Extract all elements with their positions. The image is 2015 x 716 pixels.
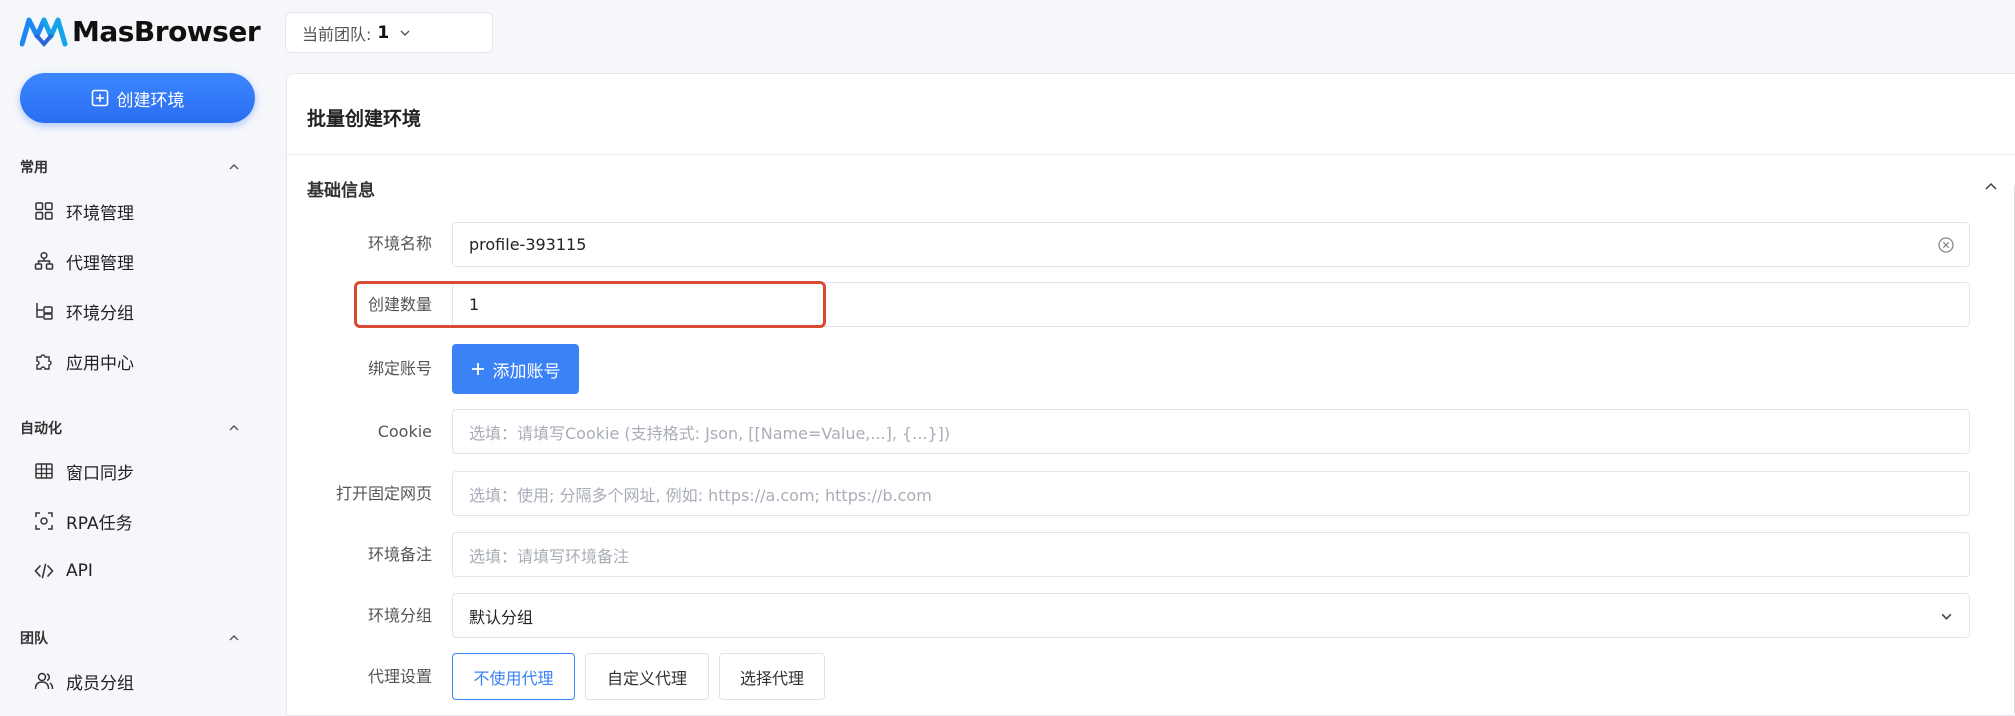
users-icon: [34, 672, 54, 690]
sidebar: MasBrowser 创建环境 常用 环境管理 代理管理 环境分组 应用中心 自…: [0, 0, 280, 716]
section-title: 常用: [20, 160, 48, 176]
section-common-header[interactable]: 常用: [20, 155, 240, 179]
sidebar-item-label: 成员分组: [66, 673, 134, 694]
fixed-urls-input[interactable]: 选填：使用; 分隔多个网址, 例如: https://a.com; https:…: [452, 471, 1970, 516]
environment-name-input[interactable]: profile-393115: [452, 222, 1970, 267]
team-label: 当前团队:: [302, 24, 372, 44]
name-label: 环境名称: [367, 234, 432, 253]
tree-icon: [36, 303, 53, 320]
table-grid-icon: [35, 463, 53, 479]
sidebar-item-label: 窗口同步: [66, 463, 134, 484]
divider: [287, 154, 2015, 155]
team-selector[interactable]: 当前团队: 1: [285, 12, 493, 53]
section-title: 自动化: [20, 421, 62, 437]
app-window: MasBrowser 创建环境 常用 环境管理 代理管理 环境分组 应用中心 自…: [0, 0, 2015, 716]
select-proxy-button[interactable]: 选择代理: [719, 653, 825, 700]
environment-note-input[interactable]: 选填：请填写环境备注: [452, 532, 1970, 577]
sidebar-item-api[interactable]: API: [20, 550, 238, 592]
sidebar-item-label: API: [66, 561, 93, 581]
puzzle-icon: [36, 354, 52, 370]
sidebar-item-label: 环境分组: [66, 303, 134, 324]
environment-group-select[interactable]: 默认分组: [452, 593, 1970, 638]
code-icon: [34, 563, 54, 579]
note-label: 环境备注: [367, 545, 432, 564]
sidebar-item-environments[interactable]: 环境管理: [20, 190, 238, 232]
custom-proxy-button[interactable]: 自定义代理: [585, 653, 709, 700]
chevron-up-icon: [229, 635, 239, 641]
add-account-button[interactable]: 添加账号: [452, 344, 579, 394]
cookie-placeholder: 选填：请填写Cookie (支持格式: Json, [[Name=Value,.…: [469, 423, 951, 443]
add-account-label: 添加账号: [492, 361, 561, 382]
grid-icon: [35, 202, 53, 220]
sidebar-item-label: 环境管理: [66, 203, 134, 224]
clear-icon[interactable]: [1937, 236, 1955, 254]
sidebar-item-label: 代理管理: [66, 253, 134, 274]
chevron-down-icon: [400, 30, 410, 36]
section-team-header[interactable]: 团队: [20, 626, 240, 650]
section-title: 团队: [20, 631, 48, 647]
environment-name-value: profile-393115: [469, 235, 587, 254]
account-label: 绑定账号: [367, 359, 432, 378]
sidebar-item-member-groups[interactable]: 成员分组: [20, 660, 238, 702]
sidebar-item-label: 应用中心: [66, 353, 134, 374]
cookie-label: Cookie: [377, 422, 432, 441]
plus-square-icon: [91, 89, 108, 107]
sidebar-item-rpa[interactable]: RPA任务: [20, 500, 238, 542]
chevron-up-icon[interactable]: [1984, 180, 1998, 194]
create-environment-button[interactable]: 创建环境: [20, 73, 255, 123]
page-title: 批量创建环境: [307, 108, 422, 130]
highlight-box: [354, 281, 826, 328]
batch-create-panel: 批量创建环境 基础信息 环境名称 profile-393115 创建数量 1 绑…: [286, 73, 2015, 716]
sidebar-item-window-sync[interactable]: 窗口同步: [20, 450, 238, 492]
scan-icon: [35, 512, 53, 530]
create-environment-label: 创建环境: [116, 90, 185, 111]
logo: MasBrowser: [20, 12, 261, 50]
sidebar-item-app-center[interactable]: 应用中心: [20, 340, 238, 382]
urls-label: 打开固定网页: [335, 484, 432, 503]
app-name: MasBrowser: [72, 14, 261, 48]
proxy-label: 代理设置: [367, 667, 432, 686]
urls-placeholder: 选填：使用; 分隔多个网址, 例如: https://a.com; https:…: [469, 485, 932, 505]
masbrowser-logo-icon: [20, 17, 68, 48]
chevron-up-icon: [229, 425, 239, 431]
sidebar-item-groups[interactable]: 环境分组: [20, 290, 238, 332]
group-value: 默认分组: [469, 607, 534, 627]
plus-icon: [471, 363, 484, 375]
section-automation-header[interactable]: 自动化: [20, 416, 240, 440]
chevron-up-icon: [229, 164, 239, 170]
basic-info-title: 基础信息: [307, 181, 375, 201]
sidebar-item-label: RPA任务: [66, 513, 133, 534]
group-label: 环境分组: [367, 606, 432, 625]
note-placeholder: 选填：请填写环境备注: [469, 546, 630, 566]
sidebar-item-proxies[interactable]: 代理管理: [20, 240, 238, 282]
no-proxy-button[interactable]: 不使用代理: [452, 653, 575, 700]
chevron-down-icon: [1941, 613, 1952, 620]
network-icon: [34, 251, 54, 270]
cookie-input[interactable]: 选填：请填写Cookie (支持格式: Json, [[Name=Value,.…: [452, 409, 1970, 454]
team-value: 1: [377, 22, 390, 43]
